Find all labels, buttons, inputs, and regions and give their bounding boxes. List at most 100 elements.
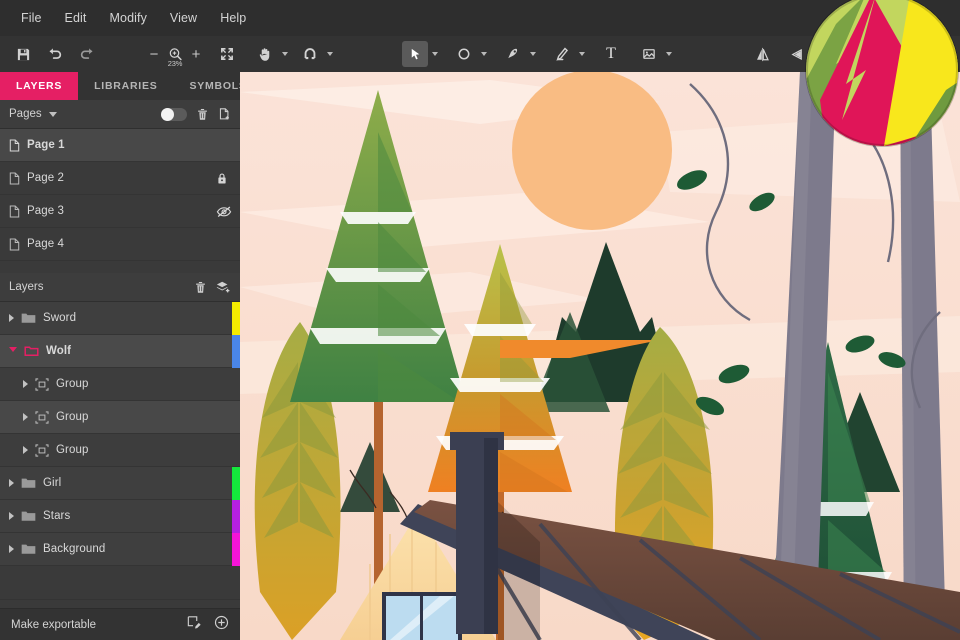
zoom-percentage: 23% (167, 59, 183, 68)
image-tool-dropdown[interactable] (662, 41, 675, 67)
tab-libraries[interactable]: LIBRARIES (78, 72, 174, 100)
pencil-tool-button[interactable] (549, 41, 575, 67)
snap-magnet-button[interactable] (297, 41, 323, 67)
menu-item-edit[interactable]: Edit (56, 7, 96, 29)
panel-footer: Make exportable (0, 608, 240, 640)
menu-item-help[interactable]: Help (211, 7, 255, 29)
pencil-tool-dropdown[interactable] (575, 41, 588, 67)
add-page-icon[interactable] (218, 107, 231, 121)
layer-color-swatch[interactable] (232, 533, 240, 566)
export-artboard-icon[interactable] (187, 615, 202, 634)
lock-icon[interactable] (216, 162, 228, 195)
pointer-tool-button[interactable] (402, 41, 428, 67)
flip-horizontal-button[interactable] (749, 41, 775, 67)
expand-triangle-icon[interactable] (9, 479, 14, 487)
layer-color-swatch[interactable] (232, 302, 240, 335)
flip-vertical-button[interactable] (783, 41, 809, 67)
zoom-out-button[interactable]: − (146, 47, 162, 62)
layer-color-swatch[interactable] (232, 500, 240, 533)
layer-label: Wolf (46, 345, 72, 357)
zoom-level-button[interactable]: 23% (162, 41, 188, 68)
app-window: File Edit Modify View Help − 23% + T LAY… (0, 0, 960, 640)
canvas-artboard[interactable] (240, 72, 960, 640)
layer-label: Sword (43, 312, 77, 324)
hand-tool-dropdown[interactable] (278, 41, 291, 67)
expand-triangle-icon[interactable] (9, 314, 14, 322)
layer-color-swatch[interactable] (232, 467, 240, 500)
expand-triangle-icon[interactable] (23, 413, 28, 421)
page-label: Page 3 (27, 205, 65, 217)
pages-visibility-toggle[interactable] (161, 107, 187, 121)
layer-color-swatch[interactable] (232, 335, 240, 368)
page-icon (9, 204, 20, 218)
page-label: Page 2 (27, 172, 65, 184)
undo-button[interactable] (42, 41, 68, 67)
pages-section-header: Pages (0, 100, 240, 129)
add-layer-icon[interactable] (216, 280, 231, 294)
layer-label: Background (43, 543, 106, 555)
layers-list: Sword Wolf Group Group Group Girl Stars … (0, 302, 240, 600)
folder-icon (21, 510, 36, 522)
page-row-1[interactable]: Page 1 (0, 129, 240, 162)
tab-symbols[interactable]: SYMBOLS (173, 72, 240, 100)
layer-row-stars[interactable]: Stars (0, 500, 240, 533)
page-icon (9, 237, 20, 251)
expand-triangle-icon[interactable] (23, 380, 28, 388)
collapse-triangle-icon[interactable] (9, 346, 17, 356)
group-icon (35, 443, 49, 457)
layers-section-header: Layers (0, 273, 240, 302)
make-exportable-label[interactable]: Make exportable (11, 619, 96, 631)
delete-page-icon[interactable] (196, 108, 209, 121)
fit-to-screen-button[interactable] (214, 41, 240, 67)
pen-tool-dropdown[interactable] (526, 41, 539, 67)
layer-label: Group (56, 411, 89, 423)
zoom-in-button[interactable]: + (188, 47, 204, 62)
left-panel: LAYERS LIBRARIES SYMBOLS Pages (0, 72, 240, 640)
pen-tool-button[interactable] (500, 41, 526, 67)
image-tool-button[interactable] (636, 41, 662, 67)
page-label: Page 1 (27, 139, 65, 151)
panel-tabs: LAYERS LIBRARIES SYMBOLS (0, 72, 240, 100)
menu-item-view[interactable]: View (161, 7, 206, 29)
layer-label: Girl (43, 477, 62, 489)
ellipse-tool-dropdown[interactable] (477, 41, 490, 67)
plus-circle-icon[interactable] (214, 615, 229, 635)
text-tool-button[interactable]: T (598, 41, 624, 67)
layer-row-background[interactable]: Background (0, 533, 240, 566)
page-row-2[interactable]: Page 2 (0, 162, 240, 195)
pages-list: Page 1 Page 2 Page 3 Page 4 (0, 129, 240, 261)
menu-item-modify[interactable]: Modify (101, 7, 156, 29)
page-row-3[interactable]: Page 3 (0, 195, 240, 228)
expand-triangle-icon[interactable] (23, 446, 28, 454)
hand-tool-button[interactable] (252, 41, 278, 67)
delete-layer-icon[interactable] (194, 281, 207, 294)
redo-button[interactable] (74, 41, 100, 67)
layer-row-wolf[interactable]: Wolf (0, 335, 240, 368)
layer-label: Group (56, 444, 89, 456)
snap-magnet-dropdown[interactable] (323, 41, 336, 67)
expand-triangle-icon[interactable] (9, 512, 14, 520)
eye-off-icon[interactable] (216, 195, 232, 228)
layers-title: Layers (9, 281, 44, 293)
layer-label: Group (56, 378, 89, 390)
layer-row-group-1[interactable]: Group (0, 368, 240, 401)
layer-row-girl[interactable]: Girl (0, 467, 240, 500)
layer-row-sword[interactable]: Sword (0, 302, 240, 335)
chevron-down-icon[interactable] (48, 111, 57, 117)
tab-layers[interactable]: LAYERS (0, 72, 79, 100)
layer-row-group-3[interactable]: Group (0, 434, 240, 467)
layer-row-group-2[interactable]: Group (0, 401, 240, 434)
pages-title: Pages (9, 108, 42, 120)
group-icon (35, 410, 49, 424)
folder-icon (21, 543, 36, 555)
save-button[interactable] (10, 41, 36, 67)
layers-empty-row (0, 566, 240, 600)
page-row-4[interactable]: Page 4 (0, 228, 240, 261)
page-label: Page 4 (27, 238, 65, 250)
pages-list-filler (0, 261, 240, 273)
pointer-tool-dropdown[interactable] (428, 41, 441, 67)
artwork-illustration (240, 72, 960, 640)
ellipse-tool-button[interactable] (451, 41, 477, 67)
menu-item-file[interactable]: File (12, 7, 51, 29)
expand-triangle-icon[interactable] (9, 545, 14, 553)
